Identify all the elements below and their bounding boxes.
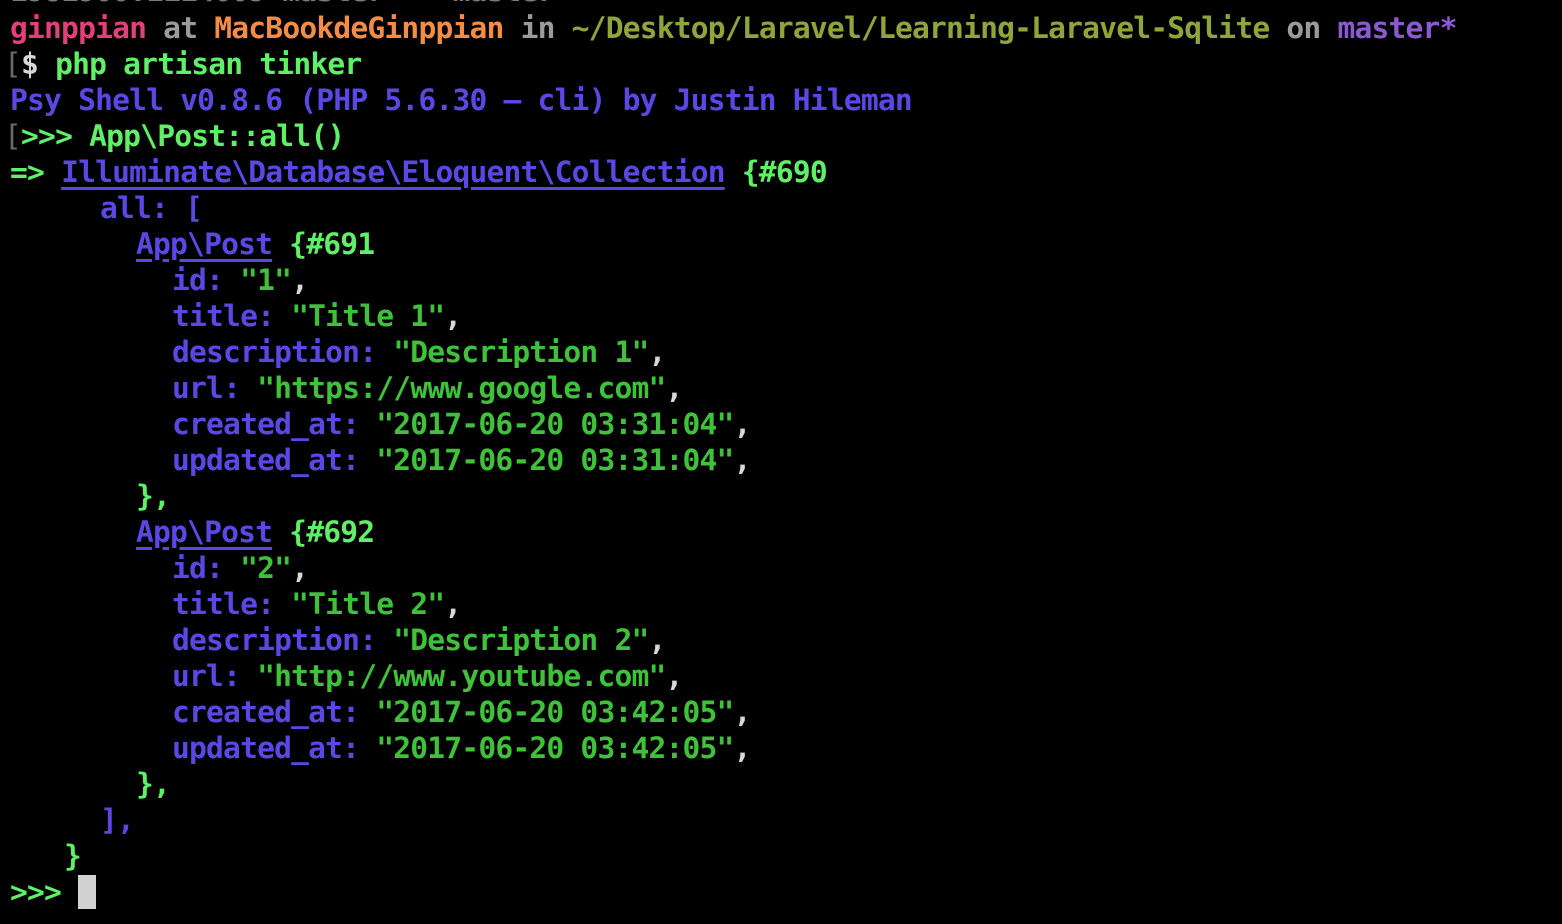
post-object-id: {#691	[289, 227, 375, 261]
post-class-link[interactable]: App\Post	[136, 227, 273, 261]
array-close-bracket: ],	[100, 803, 135, 837]
field-key: url	[172, 371, 224, 405]
field-key: title	[172, 299, 258, 333]
post-field-url: url: "http://www.youtube.com",	[172, 659, 683, 693]
repl-active-line[interactable]: >>>	[10, 874, 97, 910]
prompt-user: ginppian	[10, 11, 147, 45]
field-key: url	[172, 659, 224, 693]
field-key: id	[172, 551, 207, 585]
post-field-id: id: "2",	[172, 551, 309, 585]
all-key-text: all: [	[100, 191, 203, 225]
post-field-updated-at: updated_at: "2017-06-20 03:31:04",	[172, 443, 751, 477]
line-marker: [	[4, 119, 22, 153]
post-header: App\Post {#691	[136, 226, 375, 262]
prompt-at: at	[163, 11, 198, 45]
line-marker: [	[4, 47, 22, 81]
post-field-url: url: "https://www.google.com",	[172, 371, 683, 405]
post-field-id: id: "1",	[172, 263, 309, 297]
field-value: "Title 1"	[291, 299, 445, 333]
field-key: description	[172, 623, 360, 657]
field-key: description	[172, 335, 360, 369]
post-object-id: {#692	[289, 515, 375, 549]
post-field-title: title: "Title 1",	[172, 299, 462, 333]
clipped-previous-line: 1981900:1114009 master -> master	[10, 0, 555, 9]
terminal-window[interactable]: 1981900:1114009 master -> master ginppia…	[0, 0, 1562, 924]
repl-prompt: >>>	[21, 119, 73, 153]
post-close-brace: },	[136, 479, 171, 513]
array-close: ],	[100, 802, 135, 838]
collection-object-id: {#690	[741, 155, 828, 189]
command-text: php artisan tinker	[55, 47, 362, 81]
repl-code: App\Post::all()	[89, 119, 345, 153]
post-close-brace: },	[136, 767, 171, 801]
repl-input-line: [>>> App\Post::all()	[4, 118, 345, 154]
prompt-path: ~/Desktop/Laravel/Learning-Laravel-Sqlit…	[571, 11, 1271, 45]
post-class-link[interactable]: App\Post	[136, 515, 273, 549]
field-value: "Description 1"	[393, 335, 649, 369]
field-value: "2017-06-20 03:31:04"	[376, 443, 734, 477]
post-close: },	[136, 766, 171, 802]
field-value: "2"	[240, 551, 292, 585]
command-prefix: $	[21, 47, 39, 81]
post-field-created-at: created_at: "2017-06-20 03:42:05",	[172, 695, 751, 729]
field-key: updated_at	[172, 731, 343, 765]
post-header: App\Post {#692	[136, 514, 375, 550]
all-key: all: [	[100, 190, 203, 226]
field-value: "2017-06-20 03:31:04"	[376, 407, 734, 441]
field-key: title	[172, 587, 258, 621]
collection-close: }	[64, 838, 82, 874]
prompt-branch: master*	[1337, 11, 1457, 45]
post-close: },	[136, 478, 171, 514]
field-value: "Description 2"	[393, 623, 649, 657]
field-key: created_at	[172, 695, 343, 729]
result-arrow: =>	[10, 155, 45, 189]
field-value: "https://www.google.com"	[257, 371, 666, 405]
text-cursor[interactable]	[78, 875, 97, 909]
psysh-banner: Psy Shell v0.8.6 (PHP 5.6.30 — cli) by J…	[10, 82, 913, 118]
post-field-updated-at: updated_at: "2017-06-20 03:42:05",	[172, 731, 751, 765]
prompt-host: MacBookdeGinppian	[214, 11, 504, 45]
field-value: "Title 2"	[291, 587, 445, 621]
final-repl-prompt: >>>	[10, 875, 62, 909]
result-header: => Illuminate\Database\Eloquent\Collecti…	[10, 154, 828, 190]
collection-class-link[interactable]: Illuminate\Database\Eloquent\Collection	[61, 155, 725, 189]
field-key: created_at	[172, 407, 343, 441]
field-value: "http://www.youtube.com"	[257, 659, 666, 693]
field-value: "2017-06-20 03:42:05"	[376, 695, 734, 729]
command-line: [$ php artisan tinker	[4, 46, 362, 82]
field-key: updated_at	[172, 443, 343, 477]
post-field-description: description: "Description 1",	[172, 335, 666, 369]
field-value: "1"	[240, 263, 292, 297]
prompt-in: in	[520, 11, 556, 45]
collection-close-brace: }	[64, 839, 82, 873]
post-field-title: title: "Title 2",	[172, 587, 462, 621]
field-key: id	[172, 263, 207, 297]
prompt-on: on	[1286, 11, 1321, 45]
post-field-description: description: "Description 2",	[172, 623, 666, 657]
field-value: "2017-06-20 03:42:05"	[376, 731, 734, 765]
shell-prompt-line: ginppian at MacBookdeGinppian in ~/Deskt…	[10, 10, 1457, 46]
banner-text: Psy Shell v0.8.6 (PHP 5.6.30 — cli) by J…	[10, 83, 913, 117]
post-field-created-at: created_at: "2017-06-20 03:31:04",	[172, 407, 751, 441]
